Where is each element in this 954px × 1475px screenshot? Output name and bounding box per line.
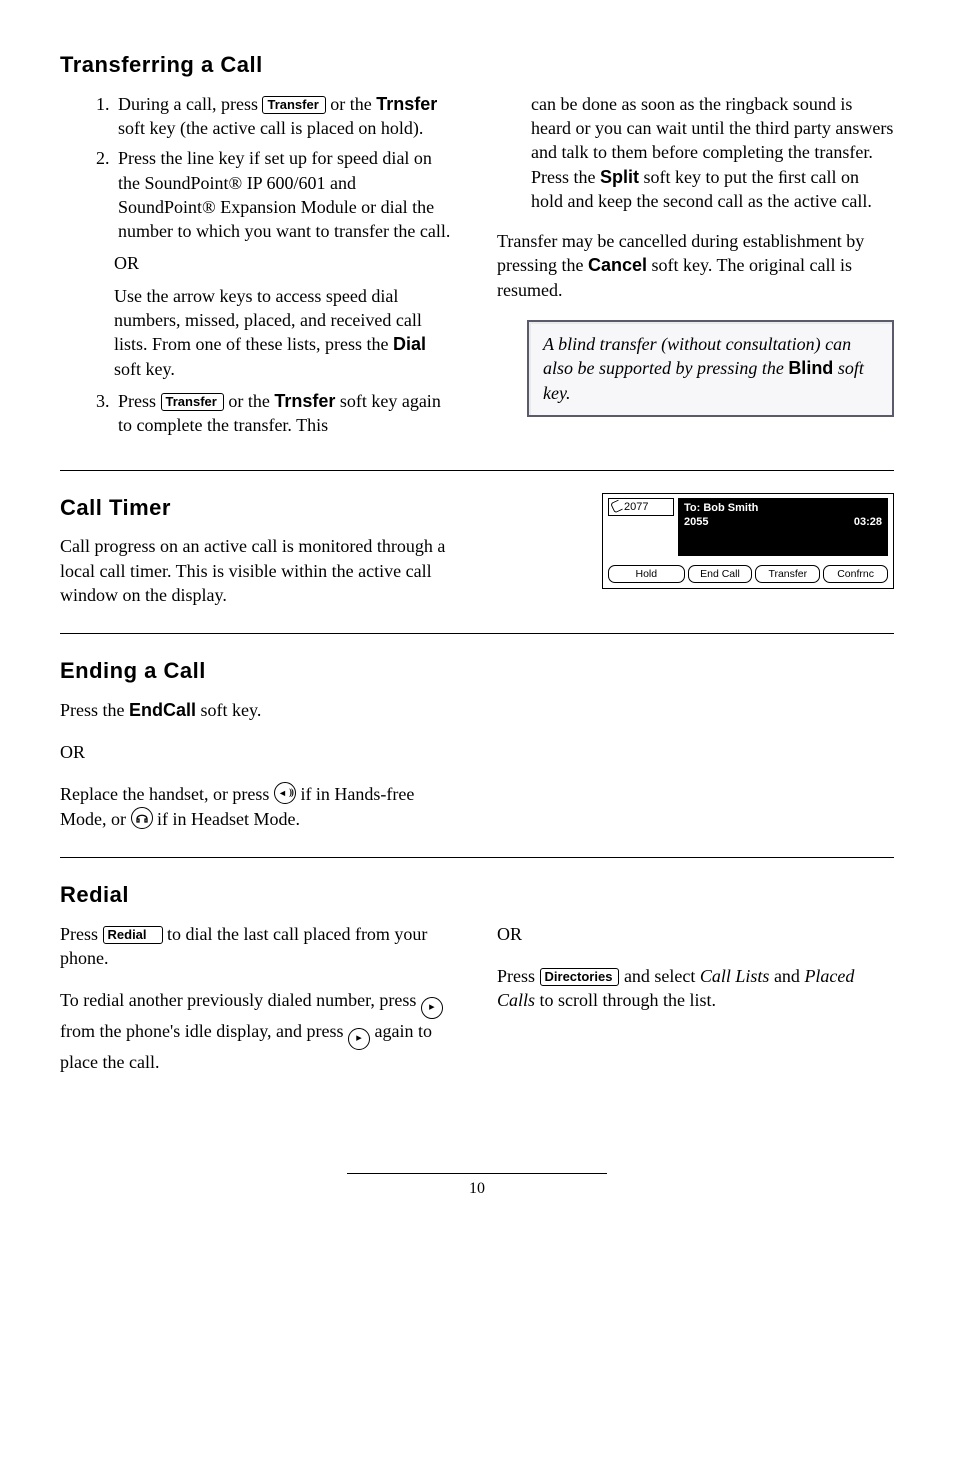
text: Press	[60, 924, 103, 944]
heading-call-timer: Call Timer	[60, 493, 457, 523]
text: Press	[118, 391, 161, 411]
trnsfer-softkey-label: Trnsfer	[376, 94, 437, 114]
lcd-extension: 2077	[624, 500, 648, 515]
cancel-softkey-label: Cancel	[588, 255, 647, 275]
text: Use the arrow keys to access speed dial …	[114, 286, 422, 355]
note-blind-transfer: A blind transfer (without consultation) …	[527, 320, 894, 417]
step-1: During a call, press Transfer or the Trn…	[114, 92, 457, 141]
text: and	[769, 966, 804, 986]
right-arrow-icon	[421, 997, 443, 1019]
lcd-softkey-confrnc: Confrnc	[823, 565, 888, 583]
redial-key: Redial	[103, 926, 163, 944]
ending-p2: Replace the handset, or press if in Hand…	[60, 782, 460, 831]
call-timer-body: Call progress on an active call is monit…	[60, 534, 457, 607]
split-softkey-label: Split	[600, 167, 639, 187]
text: Replace the handset, or press	[60, 784, 274, 804]
text: and select	[619, 966, 699, 986]
blind-softkey-label: Blind	[788, 358, 833, 378]
text: soft key (the active call is placed on h…	[118, 118, 423, 138]
lcd-caller-number: 2055	[684, 515, 708, 530]
or-label: OR	[114, 251, 457, 275]
heading-redial: Redial	[60, 880, 894, 910]
lcd-softkey-endcall: End Call	[688, 565, 753, 583]
redial-p2: To redial another previously dialed numb…	[60, 988, 457, 1074]
redial-p1: Press Redial to dial the last call place…	[60, 922, 457, 971]
redial-alt: Press Directories and select Call Lists …	[497, 964, 894, 1013]
step-2: Press the line key if set up for speed d…	[114, 146, 457, 243]
handset-icon	[610, 500, 623, 514]
dial-softkey-label: Dial	[393, 334, 426, 354]
text: Press the	[60, 700, 129, 720]
or-label: OR	[497, 922, 894, 946]
call-lists-italic: Call Lists	[700, 966, 770, 986]
directories-key: Directories	[540, 968, 620, 986]
ending-p1: Press the EndCall soft key.	[60, 698, 894, 722]
divider	[60, 470, 894, 471]
text: To redial another previously dialed numb…	[60, 990, 421, 1010]
lcd-line-key: 2077	[608, 498, 674, 517]
text: soft key.	[114, 359, 175, 379]
page-number: 10	[469, 1180, 485, 1197]
divider	[60, 857, 894, 858]
endcall-softkey-label: EndCall	[129, 700, 196, 720]
right-arrow-icon	[348, 1028, 370, 1050]
text: or the	[326, 94, 376, 114]
divider	[60, 633, 894, 634]
text: from the phone's idle display, and press	[60, 1021, 348, 1041]
lcd-caller-name: To: Bob Smith	[684, 501, 882, 516]
transfer-key: Transfer	[262, 96, 325, 114]
cancel-paragraph: Transfer may be cancelled during establi…	[497, 229, 894, 302]
phone-lcd-illustration: 2077 To: Bob Smith 2055 03:28 Hold End C…	[602, 493, 894, 589]
trnsfer-softkey-label: Trnsfer	[274, 391, 335, 411]
lcd-call-timer: 03:28	[854, 515, 882, 530]
text: to scroll through the list.	[535, 990, 716, 1010]
text: or the	[224, 391, 274, 411]
or-label: OR	[60, 740, 894, 764]
lcd-softkey-transfer: Transfer	[755, 565, 820, 583]
text: soft key.	[196, 700, 261, 720]
step-3: Press Transfer or the Trnsfer soft key a…	[114, 389, 457, 438]
text: if in Headset Mode.	[153, 809, 300, 829]
heading-ending-call: Ending a Call	[60, 656, 894, 686]
headset-icon	[131, 807, 153, 829]
text: During a call, press	[118, 94, 262, 114]
step-3-continued: can be done as soon as the ringback soun…	[497, 92, 894, 213]
transfer-key: Transfer	[161, 393, 224, 411]
lcd-softkey-hold: Hold	[608, 565, 685, 583]
speakerphone-icon	[274, 782, 296, 804]
lcd-active-call: To: Bob Smith 2055 03:28	[678, 498, 888, 556]
heading-transferring: Transferring a Call	[60, 50, 894, 80]
text: Press	[497, 966, 540, 986]
page-footer: 10	[60, 1173, 894, 1200]
step-2-alt: Use the arrow keys to access speed dial …	[114, 284, 457, 381]
